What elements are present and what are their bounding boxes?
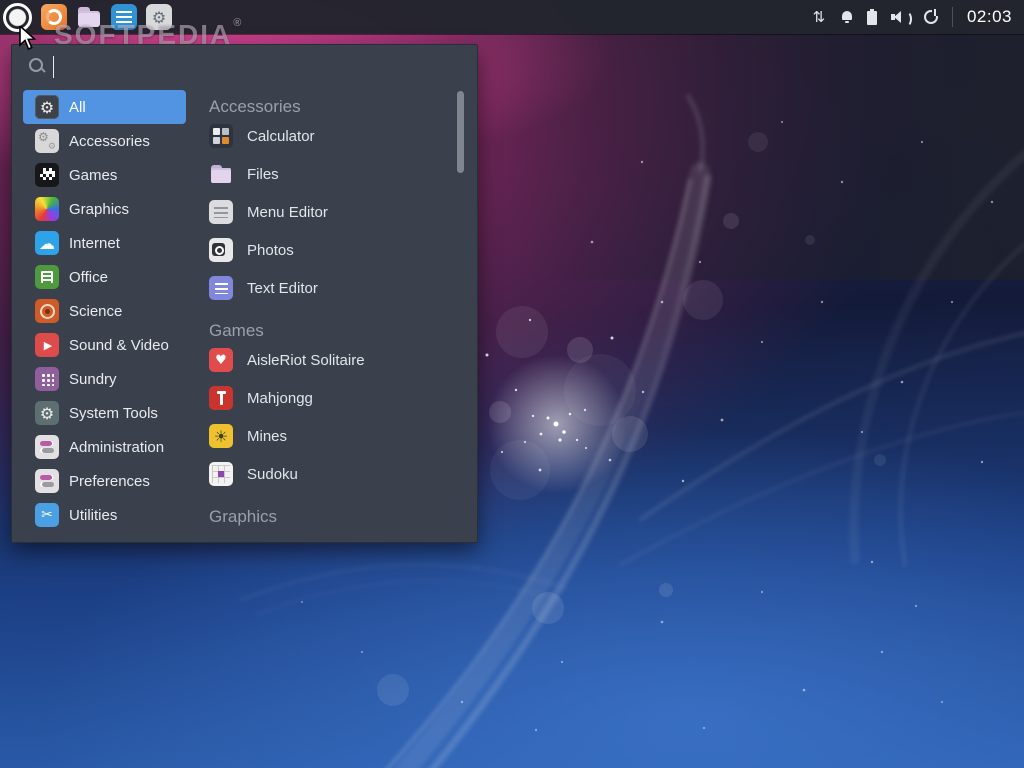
notifications-bell-icon[interactable] — [841, 10, 853, 24]
office-category-icon — [35, 265, 59, 289]
menu-editor-icon — [209, 200, 233, 224]
mines-icon — [209, 424, 233, 448]
sudoku-icon — [209, 462, 233, 486]
category-utilities[interactable]: Utilities — [23, 498, 186, 532]
search-input[interactable] — [54, 51, 477, 83]
mouse-cursor — [19, 26, 41, 52]
category-preferences[interactable]: Preferences — [23, 464, 186, 498]
app-calculator[interactable]: Calculator — [197, 117, 457, 155]
graphics-category-icon — [35, 197, 59, 221]
sundry-category-icon — [35, 367, 59, 391]
category-office[interactable]: Office — [23, 260, 186, 294]
sound-video-category-icon — [35, 333, 59, 357]
all-categories-icon — [35, 95, 59, 119]
category-internet[interactable]: Internet — [23, 226, 186, 260]
games-category-icon — [35, 163, 59, 187]
system-tray: ⇅ 02:03 — [811, 7, 1024, 27]
app-photos[interactable]: Photos — [197, 231, 457, 269]
applications-menu: All Accessories Games Graphics Internet … — [11, 44, 478, 543]
category-administration[interactable]: Administration — [23, 430, 186, 464]
category-list: All Accessories Games Graphics Internet … — [12, 90, 192, 532]
accessories-category-icon — [35, 129, 59, 153]
app-menu-editor[interactable]: Menu Editor — [197, 193, 457, 231]
network-icon[interactable]: ⇅ — [811, 8, 827, 26]
app-sudoku[interactable]: Sudoku — [197, 455, 457, 493]
clock[interactable]: 02:03 — [967, 7, 1012, 27]
category-graphics[interactable]: Graphics — [23, 192, 186, 226]
search-icon — [29, 58, 47, 76]
preferences-category-icon — [35, 469, 59, 493]
section-header-games: Games — [197, 307, 457, 341]
volume-cone — [894, 11, 901, 23]
category-sound-video[interactable]: Sound & Video — [23, 328, 186, 362]
system-tools-category-icon — [35, 401, 59, 425]
category-all[interactable]: All — [23, 90, 186, 124]
app-files[interactable]: Files — [197, 155, 457, 193]
desktop: SOFTPEDIA® ⇅ 02:03 — [0, 0, 1024, 768]
scrollbar-thumb[interactable] — [457, 91, 464, 173]
volume-icon[interactable] — [891, 9, 910, 25]
calculator-icon — [209, 124, 233, 148]
battery-icon[interactable] — [867, 9, 877, 25]
utilities-category-icon — [35, 503, 59, 527]
mahjongg-icon — [209, 386, 233, 410]
tray-separator — [952, 7, 953, 27]
category-system-tools[interactable]: System Tools — [23, 396, 186, 430]
photos-icon — [209, 238, 233, 262]
internet-category-icon — [35, 231, 59, 255]
administration-category-icon — [35, 435, 59, 459]
section-header-accessories: Accessories — [197, 89, 457, 117]
category-accessories[interactable]: Accessories — [23, 124, 186, 158]
app-mahjongg[interactable]: Mahjongg — [197, 379, 457, 417]
section-header-graphics: Graphics — [197, 493, 457, 527]
app-text-editor[interactable]: Text Editor — [197, 269, 457, 307]
app-aisleriot-solitaire[interactable]: AisleRiot Solitaire — [197, 341, 457, 379]
app-list: Accessories Calculator Files Menu Editor… — [197, 89, 457, 527]
category-games[interactable]: Games — [23, 158, 186, 192]
science-category-icon — [35, 299, 59, 323]
category-science[interactable]: Science — [23, 294, 186, 328]
files-icon — [209, 162, 233, 186]
aisleriot-solitaire-icon — [209, 348, 233, 372]
text-editor-icon — [209, 276, 233, 300]
power-icon[interactable] — [924, 10, 938, 24]
search-row — [12, 45, 477, 89]
category-sundry[interactable]: Sundry — [23, 362, 186, 396]
app-mines[interactable]: Mines — [197, 417, 457, 455]
